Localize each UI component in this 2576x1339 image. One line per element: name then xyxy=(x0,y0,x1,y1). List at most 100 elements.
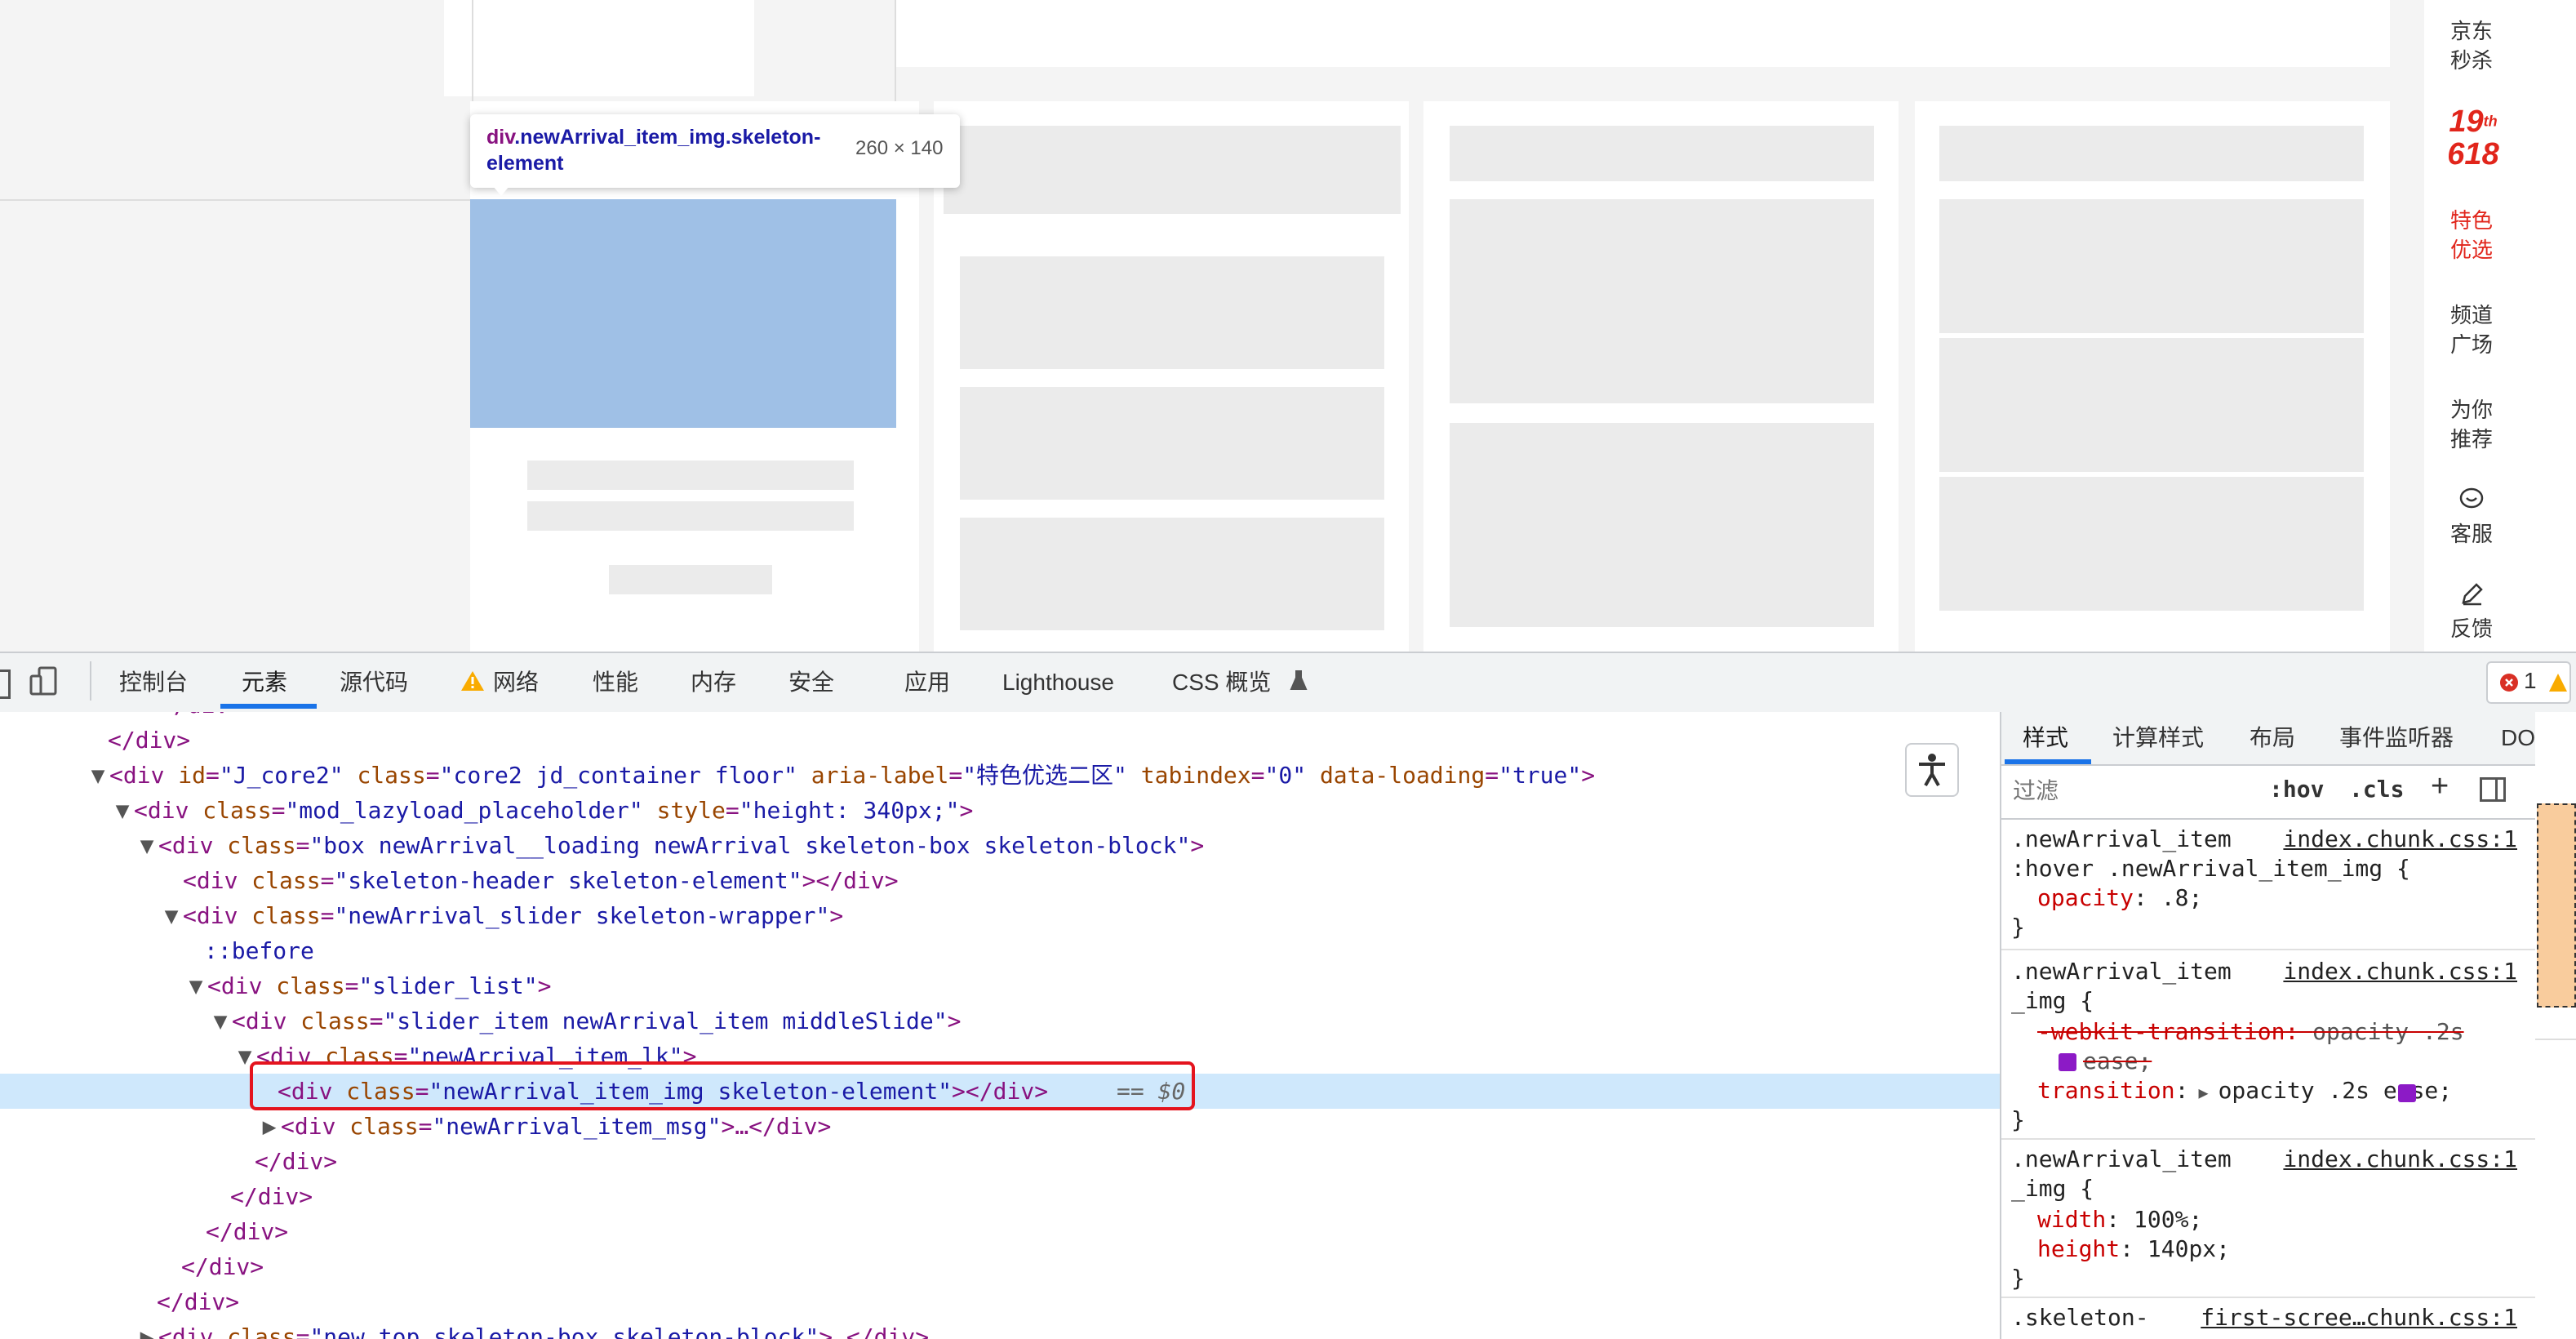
hov-button[interactable]: :hov xyxy=(2269,776,2324,803)
rule-close: } xyxy=(2011,1106,2025,1133)
expand-arrow[interactable]: ▶ xyxy=(135,1319,158,1339)
expand-arrow[interactable]: ▼ xyxy=(209,1003,232,1039)
dom-line[interactable]: </div> xyxy=(255,1144,2000,1179)
rule-source-link[interactable]: index.chunk.css:1 xyxy=(2283,957,2517,986)
rule-divider xyxy=(2001,1138,2537,1140)
toggle-sidebar-icon[interactable] xyxy=(2480,777,2506,802)
css-declaration-overridden[interactable]: ease; xyxy=(2059,1047,2537,1076)
tab-dom-breakpoints[interactable]: DOM 断 xyxy=(2501,722,2537,754)
dom-line-item-msg[interactable]: ▶ <div class="newArrival_item_msg">…</div… xyxy=(0,1109,2000,1144)
rule-source-link[interactable]: first-scree…chunk.css:1 xyxy=(2201,1303,2517,1332)
dom-line[interactable]: </div> xyxy=(160,712,2000,723)
tab-styles[interactable]: 样式 xyxy=(2023,722,2068,754)
dom-tree-panel[interactable]: </div> </div> ▼<div id="J_core2" class="… xyxy=(0,712,2000,1339)
dom-line-j-core2[interactable]: ▼ <div id="J_core2" class="core2 jd_conta… xyxy=(0,758,2000,793)
tab-event-listeners[interactable]: 事件监听器 xyxy=(2339,722,2454,754)
rule-source-link[interactable]: index.chunk.css:1 xyxy=(2283,1145,2517,1174)
dom-line[interactable]: </div> xyxy=(230,1179,2000,1214)
dom-line-slider[interactable]: ▼ <div class="newArrival_slider skeleton-… xyxy=(0,898,2000,933)
css-rule[interactable]: .newArrival_item _img {index.chunk.css:1 xyxy=(2011,957,2525,1016)
sidebar-item-service[interactable]: 客服 xyxy=(2424,519,2519,549)
cls-button[interactable]: .cls xyxy=(2349,776,2404,803)
css-declaration[interactable]: transition: ▶ opacity .2s ease; xyxy=(2037,1076,2537,1107)
tab-sources[interactable]: 源代码 xyxy=(340,666,408,699)
highlighted-element-overlay xyxy=(470,199,896,428)
dom-line[interactable]: </div> xyxy=(206,1214,2000,1249)
tab-console[interactable]: 控制台 xyxy=(119,666,188,699)
accessibility-button[interactable] xyxy=(1905,743,1959,797)
sidebar-item-feedback[interactable]: 反馈 xyxy=(2424,614,2519,643)
skeleton-line xyxy=(609,565,772,594)
tooltip-size: 260 × 140 xyxy=(855,137,944,159)
tab-computed[interactable]: 计算样式 xyxy=(2112,722,2204,754)
dom-line-placeholder[interactable]: ▼ <div class="mod_lazyload_placeholder" s… xyxy=(0,793,2000,828)
easing-icon[interactable] xyxy=(2398,1084,2416,1102)
sidebar-item-recommend[interactable]: 为你 推荐 xyxy=(2424,395,2519,454)
rule-source-link[interactable]: index.chunk.css:1 xyxy=(2283,825,2517,854)
expand-arrow[interactable]: ▼ xyxy=(87,758,109,793)
tab-elements[interactable]: 元素 xyxy=(242,666,287,699)
expand-arrow[interactable]: ▼ xyxy=(111,793,134,828)
dom-line-text: ::before xyxy=(204,937,314,964)
dom-line-slider-item[interactable]: ▼ <div class="slider_item newArrival_item… xyxy=(0,1003,2000,1039)
tab-performance[interactable]: 性能 xyxy=(593,666,638,699)
dom-line[interactable]: </div> xyxy=(181,1249,2000,1284)
dom-line-text: <div class="newArrival_item_msg">…</div> xyxy=(281,1113,832,1140)
warning-icon xyxy=(2549,674,2567,692)
skeleton-block xyxy=(1939,126,2364,181)
css-rule[interactable]: .newArrival_item _img {index.chunk.css:1 xyxy=(2011,1145,2525,1203)
header-block xyxy=(444,0,754,96)
dom-line-skeleton-header[interactable]: <div class="skeleton-header skeleton-ele… xyxy=(0,863,2000,898)
expand-arrow[interactable]: ▼ xyxy=(184,968,207,1003)
dom-line[interactable]: </div> xyxy=(108,723,2000,758)
logo-text: 19 xyxy=(2449,105,2484,139)
tab-security[interactable]: 安全 xyxy=(788,666,834,699)
expand-arrow[interactable]: ▶ xyxy=(258,1109,281,1144)
tab-lighthouse[interactable]: Lighthouse xyxy=(1002,666,1114,699)
dom-line-before[interactable]: ::before xyxy=(0,933,2000,968)
css-declaration[interactable]: width: 100%; xyxy=(2037,1205,2537,1234)
new-rule-button[interactable]: + xyxy=(2431,769,2449,804)
guide-line xyxy=(0,199,470,201)
tab-memory[interactable]: 内存 xyxy=(691,666,736,699)
easing-icon[interactable] xyxy=(2059,1053,2076,1071)
sidebar-item-label: 特色 优选 xyxy=(2449,208,2493,262)
inspect-icon[interactable] xyxy=(0,670,11,699)
device-toolbar-icon[interactable] xyxy=(28,665,60,701)
expand-arrow[interactable]: ▶ xyxy=(2188,1083,2218,1102)
css-rule[interactable]: .skeleton-first-scree…chunk.css:1 xyxy=(2011,1303,2525,1332)
sidebar-item-label: 为你 推荐 xyxy=(2449,398,2493,452)
tab-css-overview[interactable]: CSS 概览 xyxy=(1172,666,1271,699)
sidebar-item-featured[interactable]: 特色 优选 xyxy=(2424,206,2519,265)
guide-line xyxy=(895,0,896,114)
box-model-margin[interactable] xyxy=(2537,803,2576,1008)
tab-layout[interactable]: 布局 xyxy=(2250,722,2295,754)
rule-divider xyxy=(2001,1297,2537,1298)
logo-text: 618 xyxy=(2447,137,2499,171)
tab-network[interactable]: 网络 xyxy=(493,666,539,699)
dom-line-new-top[interactable]: ▶ <div class="new_top skeleton-box skelet… xyxy=(0,1319,2000,1339)
expand-arrow[interactable]: ▼ xyxy=(135,828,158,863)
css-declaration[interactable]: height: 140px; xyxy=(2037,1234,2537,1264)
tab-application[interactable]: 应用 xyxy=(904,666,950,699)
sidebar-item-seckill[interactable]: 京东 秒杀 xyxy=(2424,16,2519,75)
styles-filter-input[interactable] xyxy=(2011,774,2251,808)
sidebar-item-channel[interactable]: 频道 广场 xyxy=(2424,300,2519,359)
expand-arrow[interactable]: ▼ xyxy=(160,898,183,933)
css-value: 100%; xyxy=(2134,1206,2203,1233)
page-viewport: 京东 秒杀 19th 618 特色 优选 频道 广场 为你 推荐 客服 反馈 xyxy=(0,0,2576,652)
skeleton-block xyxy=(1450,423,1874,627)
dom-line-text: <div class="skeleton-header skeleton-ele… xyxy=(183,867,899,894)
dom-line-box[interactable]: ▼ <div class="box newArrival__loading new… xyxy=(0,828,2000,863)
618-logo: 19th 618 xyxy=(2441,105,2506,171)
dom-line[interactable]: </div> xyxy=(157,1284,2000,1319)
issues-counter[interactable]: 1 xyxy=(2486,661,2571,704)
css-rule[interactable]: .newArrival_item :hover .newArrival_item… xyxy=(2011,825,2525,883)
css-property: height xyxy=(2037,1235,2121,1262)
rule-selector: .skeleton- xyxy=(2011,1304,2149,1331)
flask-icon xyxy=(1290,670,1308,696)
dom-line-slider-list[interactable]: ▼ <div class="slider_list"> xyxy=(0,968,2000,1003)
css-declaration-overridden[interactable]: -webkit-transition: opacity .2s xyxy=(2037,1017,2537,1047)
css-declaration[interactable]: opacity: .8; xyxy=(2037,883,2537,913)
css-value: opacity .2s ease; xyxy=(2218,1077,2453,1104)
